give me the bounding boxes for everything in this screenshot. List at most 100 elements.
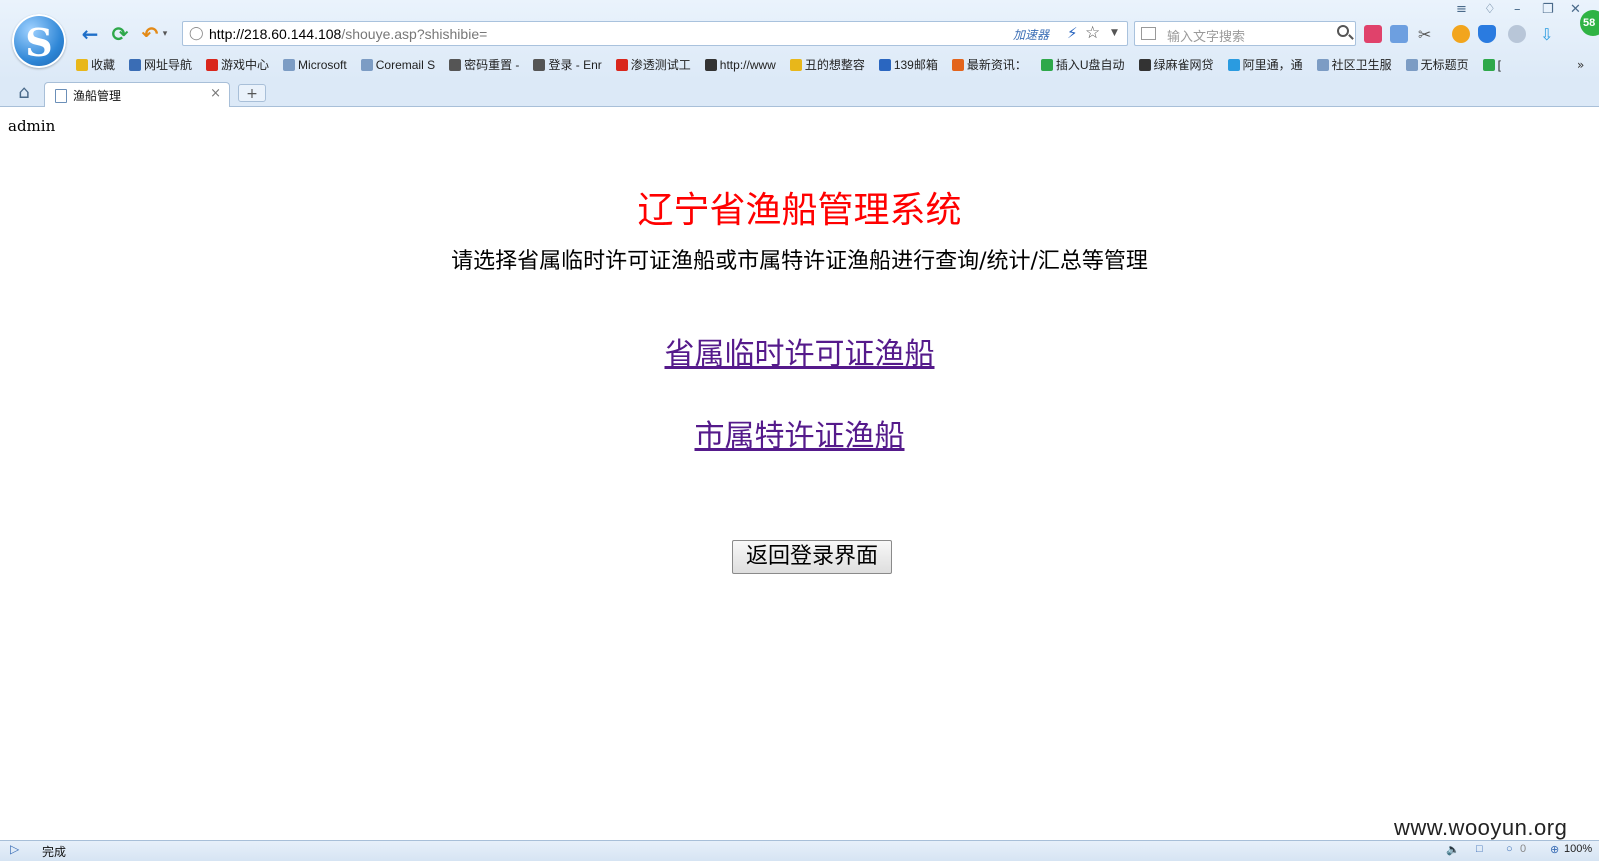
image-icon [1138,59,1151,71]
bookmark-item[interactable]: 绿麻雀网贷 [1138,54,1214,76]
browser-toolbar: S ← ⟳ ↶ ▾ ◯ http://218.60.144.108/shouye… [0,0,1599,80]
bookmark-label: 最新资讯： [966,58,1027,72]
bookmark-label: 插入U盘自动 [1055,58,1125,72]
status-text: 完成 [42,845,67,859]
page-content: admin 辽宁省渔船管理系统 请选择省属临时许可证渔船或市属特许证渔船进行查询… [0,107,1599,840]
tab-close-icon[interactable]: × [210,86,221,101]
address-url[interactable]: http://218.60.144.108/shouye.asp?shishib… [209,26,487,42]
folder-icon [283,59,296,71]
bookmark-item[interactable]: Coremail S [360,54,435,76]
bookmark-item[interactable]: 最新资讯： [951,54,1027,76]
undo-icon[interactable]: ↶ [138,22,162,46]
browser-logo-icon[interactable]: S [12,14,66,68]
bookmark-label: 密码重置 - [464,58,520,72]
image-search-icon[interactable] [1141,27,1156,40]
page-icon [1316,59,1329,71]
screenshot-tool-icon[interactable] [1364,25,1382,43]
restore-icon[interactable]: ❐ [1542,2,1554,17]
bookmark-label: 阿里通，通 [1242,58,1303,72]
bookmark-item[interactable]: 无标题页 [1405,54,1469,76]
image-icon [533,59,546,71]
page-icon [55,89,67,103]
bookmarks-more-icon[interactable]: » [1577,58,1584,72]
bookmark-label: 无标题页 [1420,58,1469,72]
zoom-level[interactable]: 100% [1564,843,1592,855]
search-input[interactable]: 输入文字搜索 [1167,26,1245,45]
bookmark-item[interactable]: 阿里通，通 [1227,54,1303,76]
adblock-count: 0 [1520,843,1527,855]
page-title: 辽宁省渔船管理系统 [637,190,962,231]
adblock-icon[interactable]: ○ [1506,843,1513,855]
search-icon[interactable] [1337,25,1349,37]
mail-139-icon [878,59,891,71]
notification-badge[interactable]: 58 [1580,10,1599,36]
volume-icon[interactable]: 🔈 [1446,843,1460,856]
home-icon[interactable]: ⌂ [14,83,34,103]
game-icon [206,59,219,71]
bookmark-label: 登录 - Enr [548,58,602,72]
bookmark-label: 139邮箱 [893,58,938,72]
bookmark-item[interactable]: 网址导航 [129,54,192,76]
safety-icon[interactable]: □ [1476,843,1483,855]
minimize-icon[interactable]: – [1514,2,1521,17]
menu-icon[interactable]: ≡ [1456,2,1467,17]
back-arrow-icon[interactable]: ← [78,22,102,46]
status-bar: ▷ 完成 🔈 □ ○ 0 ⊕ 100% [0,840,1599,861]
bookmark-label: 社区卫生服 [1331,58,1392,72]
undo-dropdown-icon[interactable]: ▾ [160,22,170,46]
bookmark-label: 收藏 [91,58,116,72]
skin-icon[interactable]: ♢ [1484,2,1496,17]
zoom-icon[interactable]: ⊕ [1550,843,1559,856]
page-icon [1405,59,1418,71]
bookmark-item[interactable]: 丑的想整容 [789,54,865,76]
address-dropdown-icon[interactable]: ▼ [1111,28,1118,38]
sidebar-toggle-icon[interactable]: ▷ [10,842,19,856]
bookmark-label: 丑的想整容 [804,58,865,72]
image-icon [449,59,462,71]
e-icon [1227,59,1240,71]
windows-icon [951,59,964,71]
bookmark-label: http://www [719,58,776,72]
globe-icon [129,59,142,71]
address-bar[interactable]: ◯ http://218.60.144.108/shouye.asp?shish… [182,21,1128,46]
f-icon [1040,59,1053,71]
bookmark-item[interactable]: [ [1482,54,1501,76]
current-user: admin [8,117,56,135]
bookmarks-bar: 收藏 网址导航 游戏中心 Microsoft Coremail S 密码重置 - 登录 - … [76,54,1586,76]
bookmark-item[interactable]: 登录 - Enr [533,54,602,76]
tab-label: 渔船管理 [73,89,122,103]
security-shield-icon[interactable] [1478,25,1496,43]
star-icon [789,59,802,71]
bookmark-item[interactable]: 渗透测试工 [615,54,691,76]
provincial-temporary-license-boats-link[interactable]: 省属临时许可证渔船 [665,337,935,372]
star-icon [76,59,88,71]
download-icon[interactable]: ⇩ [1540,25,1558,44]
more-tools-icon[interactable] [1508,25,1526,43]
bookmark-item[interactable]: 游戏中心 [206,54,269,76]
bookmark-label: 网址导航 [144,58,193,72]
refresh-icon[interactable]: ⟳ [108,22,132,46]
bookmark-label: Microsoft [298,58,347,72]
bookmark-item[interactable]: 插入U盘自动 [1040,54,1125,76]
lightning-icon[interactable]: ⚡ [1067,24,1078,42]
search-box[interactable]: 输入文字搜索 [1134,21,1356,46]
bookmark-label: 渗透测试工 [630,58,691,72]
bookmark-item[interactable]: Microsoft [283,54,347,76]
scissors-icon[interactable]: ✂ [1418,25,1436,44]
close-window-icon[interactable]: ✕ [1570,2,1581,17]
page-icon [360,59,373,71]
city-special-license-boats-link[interactable]: 市属特许证渔船 [695,419,905,454]
bookmark-star-icon[interactable]: ☆ [1085,23,1100,43]
key-icon[interactable] [1452,25,1470,43]
watermark: www.wooyun.org [1394,815,1568,840]
return-to-login-button[interactable]: 返回登录界面 [732,540,892,574]
sync-tool-icon[interactable] [1390,25,1408,43]
accelerator-button[interactable]: 加速器 [1013,26,1049,43]
bookmark-item[interactable]: 139邮箱 [878,54,938,76]
tab-fishing-boat-management[interactable]: 渔船管理 × [44,82,230,107]
bookmark-item[interactable]: 收藏 [76,54,115,76]
new-tab-button[interactable]: + [238,84,266,102]
bookmark-item[interactable]: http://www [704,54,776,76]
bookmark-item[interactable]: 社区卫生服 [1316,54,1392,76]
bookmark-item[interactable]: 密码重置 - [449,54,519,76]
